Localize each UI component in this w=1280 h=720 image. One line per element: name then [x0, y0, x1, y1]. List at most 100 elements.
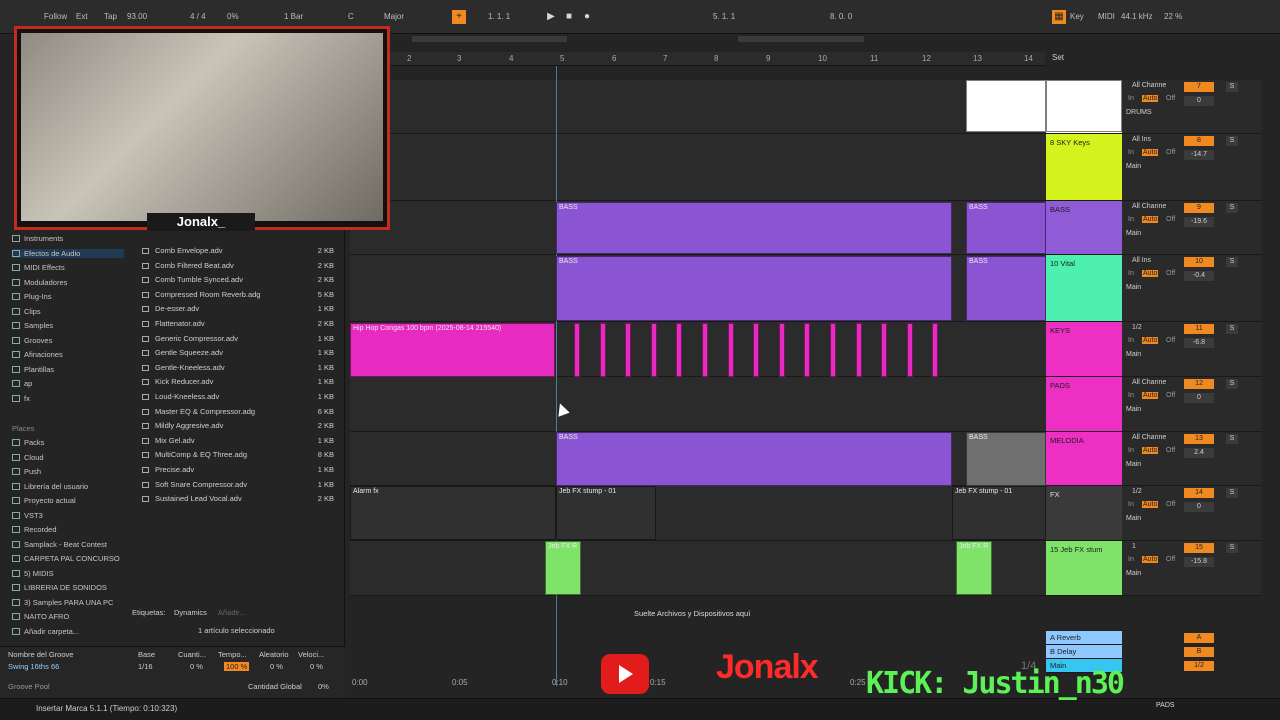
track-volume[interactable]: -0.4	[1184, 271, 1214, 281]
track-lane[interactable]	[350, 377, 1046, 432]
file-item[interactable]: Gentle-Kneeless.adv 1 KB	[142, 363, 338, 372]
key-label[interactable]: Key	[1070, 10, 1084, 24]
track-volume[interactable]: 0	[1184, 393, 1214, 403]
file-item[interactable]: Comb Envelope.adv 2 KB	[142, 246, 338, 255]
track-number[interactable]: 14	[1184, 488, 1214, 498]
bass-clip[interactable]: BASS	[556, 256, 952, 321]
drop-zone-text[interactable]: Suelte Archivos y Dispositivos aquí	[634, 609, 750, 618]
congas-hit-clip[interactable]	[702, 323, 708, 377]
track-lane[interactable]	[350, 80, 1046, 134]
monitor-auto[interactable]: Auto	[1142, 270, 1159, 277]
congas-hit-clip[interactable]	[676, 323, 683, 377]
track-number[interactable]: 8	[1184, 136, 1214, 146]
bass-clip[interactable]: BASS	[966, 202, 1046, 254]
places-item[interactable]: LIBRERIA DE SONIDOS	[12, 583, 107, 592]
congas-hit-clip[interactable]	[753, 323, 760, 377]
solo-button[interactable]: S	[1226, 82, 1238, 92]
return-track[interactable]: A Reverb	[1046, 631, 1122, 645]
monitor-off[interactable]: Off	[1166, 447, 1175, 454]
file-item[interactable]: Gentle Squeeze.adv 1 KB	[142, 348, 338, 357]
input-dropdown[interactable]: All Channe	[1132, 434, 1166, 441]
browser-category[interactable]: Efectos de Audio	[12, 248, 124, 258]
track-header[interactable]: KEYS	[1046, 322, 1122, 377]
groove-velocity[interactable]: 0 %	[310, 662, 323, 671]
places-item[interactable]: Librería del usuario	[12, 482, 88, 491]
places-item[interactable]: Añadir carpeta...	[12, 627, 79, 636]
monitor-off[interactable]: Off	[1166, 337, 1175, 344]
arrangement-record-icon[interactable]: +	[452, 10, 466, 24]
quantize-dropdown[interactable]: 1 Bar	[284, 10, 303, 24]
jeb-fx-short-clip[interactable]: Jeb FX R	[956, 541, 992, 595]
track-header[interactable]: FX	[1046, 486, 1122, 541]
file-item[interactable]: Flattenator.adv 2 KB	[142, 319, 338, 328]
input-dropdown[interactable]: All Channe	[1132, 379, 1166, 386]
set-button[interactable]: Set	[1052, 53, 1064, 62]
congas-hit-clip[interactable]	[906, 323, 913, 377]
places-item[interactable]: 3) Samples PARA UNA PC	[12, 598, 113, 607]
input-dropdown[interactable]: 1/2	[1132, 324, 1142, 331]
browser-category[interactable]: Clips	[12, 307, 41, 316]
congas-hit-clip[interactable]	[650, 323, 657, 377]
monitor-off[interactable]: Off	[1166, 149, 1175, 156]
monitor-auto[interactable]: Auto	[1142, 392, 1159, 399]
track-header[interactable]: PADS	[1046, 377, 1122, 432]
solo-button[interactable]: S	[1226, 379, 1238, 389]
output-dropdown[interactable]: Main	[1126, 461, 1141, 468]
monitor-auto[interactable]: Auto	[1142, 216, 1159, 223]
places-item[interactable]: 5) MIDIS	[12, 569, 54, 578]
solo-button[interactable]: S	[1226, 257, 1238, 267]
track-header[interactable]: BASS	[1046, 201, 1122, 255]
places-item[interactable]: VST3	[12, 511, 43, 520]
groove-tempo[interactable]: 100 %	[224, 662, 250, 671]
monitor-off[interactable]: Off	[1166, 270, 1175, 277]
output-dropdown[interactable]: Main	[1126, 570, 1141, 577]
monitor-off[interactable]: Off	[1166, 501, 1175, 508]
return-letter[interactable]: 1/2	[1184, 661, 1214, 671]
congas-hit-clip[interactable]	[804, 323, 811, 377]
input-dropdown[interactable]: All Channe	[1132, 82, 1166, 89]
monitor-in[interactable]: In	[1128, 270, 1134, 277]
track-number[interactable]: 10	[1184, 257, 1214, 267]
monitor-in[interactable]: In	[1128, 216, 1134, 223]
solo-button[interactable]: S	[1226, 434, 1238, 444]
key-map-icon[interactable]: ▦	[1052, 10, 1066, 24]
output-dropdown[interactable]: Main	[1126, 163, 1141, 170]
track-volume[interactable]: -14.7	[1184, 150, 1214, 160]
congas-hit-clip[interactable]	[932, 323, 939, 377]
track-header[interactable]: 10 Vital	[1046, 255, 1122, 322]
return-track[interactable]: B Delay	[1046, 645, 1122, 659]
play-icon[interactable]: ▶	[544, 10, 558, 24]
monitor-auto[interactable]: Auto	[1142, 501, 1159, 508]
monitor-off[interactable]: Off	[1166, 216, 1175, 223]
browser-category[interactable]: fx	[12, 394, 30, 403]
tempo-field[interactable]: 93.00	[127, 10, 147, 24]
browser-category[interactable]: ap	[12, 379, 32, 388]
monitor-off[interactable]: Off	[1166, 392, 1175, 399]
congas-hit-clip[interactable]	[574, 323, 580, 377]
places-item[interactable]: Cloud	[12, 453, 44, 462]
bass-clip[interactable]: BASS	[966, 256, 1046, 321]
position-field[interactable]: 1. 1. 1	[488, 10, 510, 24]
congas-hit-clip[interactable]	[599, 323, 606, 377]
input-dropdown[interactable]: All Ins	[1132, 257, 1151, 264]
monitor-auto[interactable]: Auto	[1142, 149, 1159, 156]
input-dropdown[interactable]: 1	[1132, 543, 1136, 550]
monitor-in[interactable]: In	[1128, 501, 1134, 508]
places-item[interactable]: Recorded	[12, 525, 57, 534]
add-tag[interactable]: Añadir...	[218, 608, 246, 617]
input-dropdown[interactable]: All Channe	[1132, 203, 1166, 210]
monitor-auto[interactable]: Auto	[1142, 556, 1159, 563]
file-item[interactable]: Comb Filtered Beat.adv 2 KB	[142, 261, 338, 270]
solo-button[interactable]: S	[1226, 136, 1238, 146]
track-volume[interactable]: 2.4	[1184, 448, 1214, 458]
places-item[interactable]: NAITO AFRO	[12, 612, 69, 621]
track-number[interactable]: 7	[1184, 82, 1214, 92]
input-dropdown[interactable]: 1/2	[1132, 488, 1142, 495]
track-number[interactable]: 15	[1184, 543, 1214, 553]
output-dropdown[interactable]: Main	[1126, 515, 1141, 522]
solo-button[interactable]: S	[1226, 543, 1238, 553]
congas-hit-clip[interactable]	[625, 323, 632, 377]
output-dropdown[interactable]: Main	[1126, 351, 1141, 358]
track-volume[interactable]: -6.8	[1184, 338, 1214, 348]
loop-start-field[interactable]: 5. 1. 1	[713, 10, 735, 24]
